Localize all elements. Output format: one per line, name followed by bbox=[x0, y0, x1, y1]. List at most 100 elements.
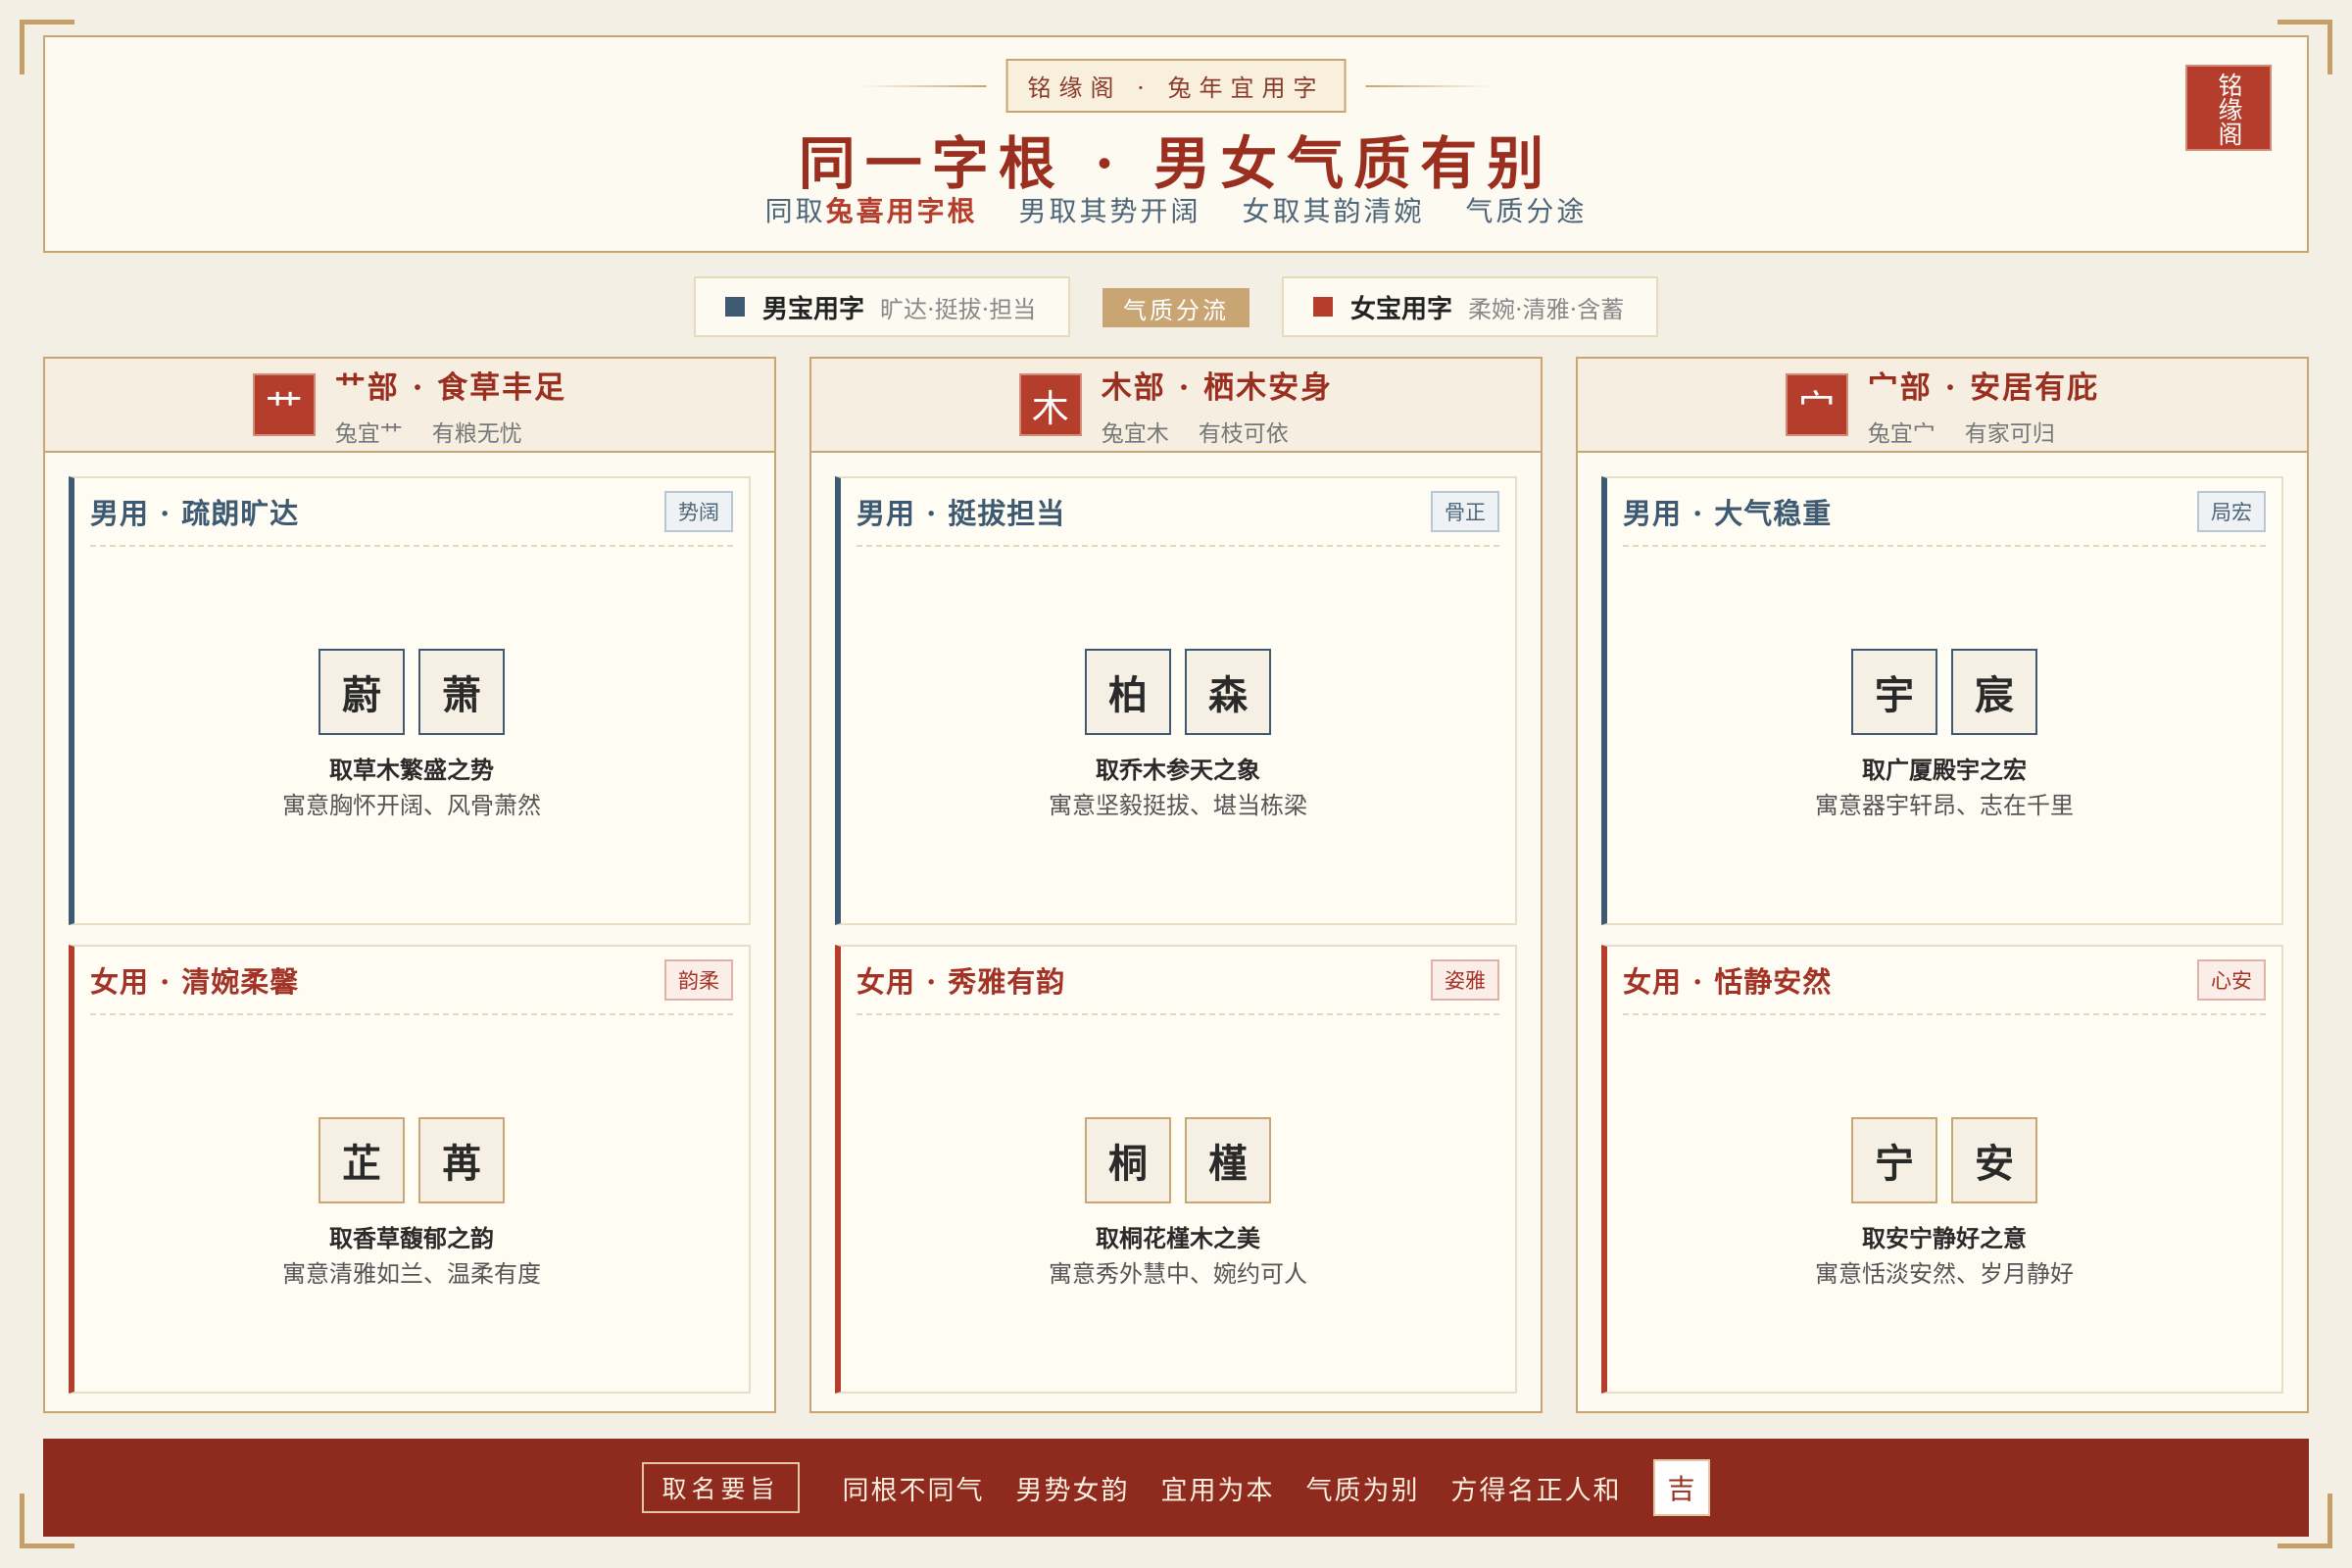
legend-female: 女宝用字 柔婉·清雅·含蓄 bbox=[1282, 276, 1658, 337]
tagline-label: 铭缘阁 · 兔年宜用字 bbox=[1005, 59, 1347, 113]
card-title: 女用 · 清婉柔馨 bbox=[90, 965, 300, 999]
legend-male-label: 男宝用字 bbox=[762, 294, 865, 324]
column-subtitle: 兔宜宀 有家可归 bbox=[1868, 415, 2099, 448]
trait-badge: 心安 bbox=[2197, 959, 2266, 1001]
column-header: 木 木部 · 栖木安身 兔宜木 有枝可依 bbox=[811, 359, 1541, 453]
column-header: 宀 宀部 · 安居有庇 兔宜宀 有家可归 bbox=[1578, 359, 2307, 453]
footer-phrase: 宜用为本 bbox=[1160, 1475, 1275, 1506]
name-character: 安 bbox=[1951, 1117, 2037, 1203]
name-character: 柏 bbox=[1085, 649, 1171, 735]
footer-phrase: 方得名正人和 bbox=[1450, 1475, 1622, 1506]
trait-badge: 势阔 bbox=[664, 491, 733, 532]
radical-icon: 宀 bbox=[1785, 373, 1848, 436]
trait-badge: 骨正 bbox=[1431, 491, 1499, 532]
character-pair: 芷 苒 bbox=[74, 1117, 749, 1203]
name-character: 苒 bbox=[418, 1117, 505, 1203]
column-sub2: 有枝可依 bbox=[1198, 420, 1289, 447]
character-source: 取桐花槿木之美 bbox=[1096, 1224, 1260, 1252]
footer-key-label: 取名要旨 bbox=[642, 1462, 800, 1513]
column-subtitle: 兔宜木 有枝可依 bbox=[1102, 415, 1333, 448]
card-title: 女用 · 秀雅有韵 bbox=[857, 965, 1066, 999]
character-source: 取草木繁盛之势 bbox=[329, 756, 494, 784]
footer-phrase: 男势女韵 bbox=[1015, 1475, 1130, 1506]
tagline-divider-left bbox=[858, 84, 987, 87]
tagline: 铭缘阁 · 兔年宜用字 bbox=[858, 59, 1494, 113]
trait-badge: 韵柔 bbox=[664, 959, 733, 1001]
male-name-card: 男用 · 大气稳重 局宏 宇 宸 取广厦殿宇之宏 寓意器宇轩昂、志在千里 bbox=[1601, 476, 2283, 925]
page-title: 同一字根 · 男女气质有别 bbox=[798, 130, 1554, 197]
name-character: 槿 bbox=[1185, 1117, 1271, 1203]
character-source: 取广厦殿宇之宏 bbox=[1862, 756, 2027, 784]
subtitle-lead: 同取兔喜用字根 bbox=[765, 195, 978, 227]
female-name-card: 女用 · 恬静安然 心安 宁 安 取安宁静好之意 寓意恬淡安然、岁月静好 bbox=[1601, 945, 2283, 1394]
character-source: 取乔木参天之象 bbox=[1096, 756, 1260, 784]
female-name-card: 女用 · 清婉柔馨 韵柔 芷 苒 取香草馥郁之韵 寓意清雅如兰、温柔有度 bbox=[69, 945, 751, 1394]
character-meaning: 寓意器宇轩昂、志在千里 bbox=[1815, 792, 2074, 819]
card-title: 男用 · 疏朗旷达 bbox=[90, 497, 300, 530]
name-character: 芷 bbox=[318, 1117, 405, 1203]
name-character: 宇 bbox=[1851, 649, 1937, 735]
column-sub1: 兔宜宀 bbox=[1867, 420, 1936, 447]
column-sub1: 兔宜艹 bbox=[334, 420, 403, 447]
male-name-card: 男用 · 挺拔担当 骨正 柏 森 取乔木参天之象 寓意坚毅挺拔、堪当栋梁 bbox=[835, 476, 1517, 925]
column-title: 艹部 · 食草丰足 bbox=[334, 369, 567, 406]
column-sub2: 有家可归 bbox=[1964, 420, 2055, 447]
character-meaning: 寓意清雅如兰、温柔有度 bbox=[282, 1260, 541, 1288]
character-meaning: 寓意胸怀开阔、风骨萧然 bbox=[282, 792, 541, 819]
name-character: 蔚 bbox=[318, 649, 405, 735]
radical-icon: 木 bbox=[1018, 373, 1082, 436]
male-color-swatch bbox=[725, 297, 745, 317]
footer-phrase: 气质为别 bbox=[1305, 1475, 1420, 1506]
card-title: 男用 · 挺拔担当 bbox=[857, 497, 1066, 530]
character-pair: 桐 槿 bbox=[841, 1117, 1515, 1203]
column-subtitle: 兔宜艹 有粮无忧 bbox=[335, 415, 566, 448]
radical-column-mu: 木 木部 · 栖木安身 兔宜木 有枝可依 男用 · 挺拔担当 骨正 柏 森 取乔木… bbox=[809, 357, 1543, 1413]
radical-icon: 艹 bbox=[252, 373, 316, 436]
name-character: 萧 bbox=[418, 649, 505, 735]
name-character: 宸 bbox=[1951, 649, 2037, 735]
card-header: 男用 · 疏朗旷达 势阔 bbox=[90, 478, 733, 547]
column-sub1: 兔宜木 bbox=[1101, 420, 1169, 447]
card-header: 男用 · 挺拔担当 骨正 bbox=[857, 478, 1499, 547]
subtitle-item: 女取其韵清婉 bbox=[1242, 195, 1425, 227]
legend-center-badge: 气质分流 bbox=[1102, 288, 1250, 327]
card-title: 男用 · 大气稳重 bbox=[1623, 497, 1833, 530]
subtitle-item: 男取其势开阔 bbox=[1018, 195, 1201, 227]
radical-column-mian: 宀 宀部 · 安居有庇 兔宜宀 有家可归 男用 · 大气稳重 局宏 宇 宸 取广厦… bbox=[1576, 357, 2309, 1413]
name-character: 桐 bbox=[1085, 1117, 1171, 1203]
card-header: 女用 · 恬静安然 心安 bbox=[1623, 947, 2266, 1015]
character-pair: 宁 安 bbox=[1607, 1117, 2281, 1203]
character-pair: 柏 森 bbox=[841, 649, 1515, 735]
character-pair: 宇 宸 bbox=[1607, 649, 2281, 735]
male-name-card: 男用 · 疏朗旷达 势阔 蔚 萧 取草木繁盛之势 寓意胸怀开阔、风骨萧然 bbox=[69, 476, 751, 925]
subtitle-item: 气质分途 bbox=[1465, 195, 1588, 227]
character-source: 取安宁静好之意 bbox=[1862, 1224, 2027, 1252]
card-header: 男用 · 大气稳重 局宏 bbox=[1623, 478, 2266, 547]
subtitle-highlight: 兔喜用字根 bbox=[825, 195, 978, 227]
column-title: 宀部 · 安居有庇 bbox=[1867, 369, 2100, 406]
footer-banner: 取名要旨 同根不同气 男势女韵 宜用为本 气质为别 方得名正人和 吉 bbox=[43, 1439, 2309, 1537]
card-header: 女用 · 清婉柔馨 韵柔 bbox=[90, 947, 733, 1015]
character-meaning: 寓意恬淡安然、岁月静好 bbox=[1815, 1260, 2074, 1288]
character-meaning: 寓意坚毅挺拔、堪当栋梁 bbox=[1049, 792, 1307, 819]
female-color-swatch bbox=[1313, 297, 1333, 317]
tagline-divider-right bbox=[1365, 84, 1494, 87]
header-panel: 铭缘阁 · 兔年宜用字 同一字根 · 男女气质有别 同取兔喜用字根 男取其势开阔… bbox=[43, 35, 2309, 253]
legend-bar: 男宝用字 旷达·挺拔·担当 气质分流 女宝用字 柔婉·清雅·含蓄 bbox=[0, 276, 2352, 337]
radical-column-cao: 艹 艹部 · 食草丰足 兔宜艹 有粮无忧 男用 · 疏朗旷达 势阔 蔚 萧 取草木… bbox=[43, 357, 776, 1413]
name-character: 森 bbox=[1185, 649, 1271, 735]
brand-seal: 铭缘阁 bbox=[2185, 65, 2272, 151]
page-subtitle: 同取兔喜用字根 男取其势开阔 女取其韵清婉 气质分途 bbox=[45, 190, 2307, 229]
subtitle-pre: 同取 bbox=[764, 195, 826, 227]
column-sub2: 有粮无忧 bbox=[431, 420, 522, 447]
character-meaning: 寓意秀外慧中、婉约可人 bbox=[1049, 1260, 1307, 1288]
legend-female-label: 女宝用字 bbox=[1350, 294, 1453, 324]
trait-badge: 姿雅 bbox=[1431, 959, 1499, 1001]
card-title: 女用 · 恬静安然 bbox=[1623, 965, 1833, 999]
column-title: 木部 · 栖木安身 bbox=[1101, 369, 1334, 406]
column-header: 艹 艹部 · 食草丰足 兔宜艹 有粮无忧 bbox=[45, 359, 774, 453]
footer-phrase: 同根不同气 bbox=[842, 1475, 985, 1506]
character-pair: 蔚 萧 bbox=[74, 649, 749, 735]
legend-male: 男宝用字 旷达·挺拔·担当 bbox=[694, 276, 1070, 337]
female-name-card: 女用 · 秀雅有韵 姿雅 桐 槿 取桐花槿木之美 寓意秀外慧中、婉约可人 bbox=[835, 945, 1517, 1394]
